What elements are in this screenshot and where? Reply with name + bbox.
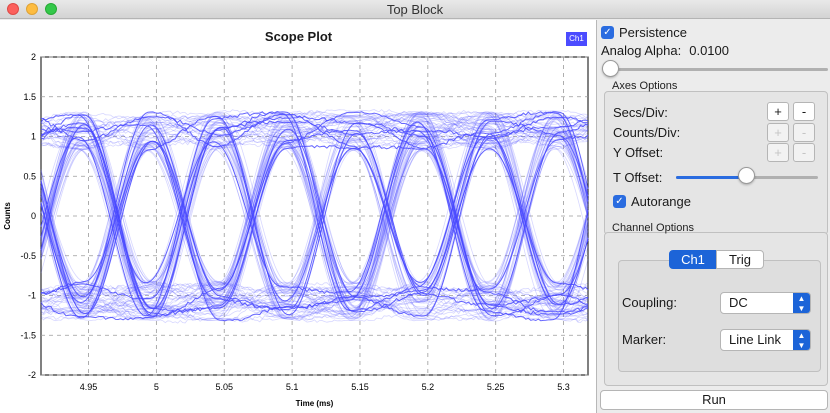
x-tick-label: 5.05	[215, 382, 233, 392]
close-window-button[interactable]	[7, 3, 19, 15]
counts-div-label: Counts/Div:	[613, 125, 681, 140]
analog-alpha-label: Analog Alpha:	[601, 43, 682, 58]
y-tick-label: -1.5	[20, 330, 36, 340]
x-tick-label: 5.3	[557, 382, 570, 392]
autorange-row[interactable]: ✓ Autorange	[613, 194, 691, 209]
channel-options-title: Channel Options	[612, 222, 694, 234]
persistence-row[interactable]: ✓ Persistence	[601, 25, 687, 40]
y-tick-label: -1	[28, 291, 36, 301]
y-offset-plus-button[interactable]: +	[767, 143, 789, 162]
x-axis-label: Time (ms)	[296, 399, 334, 408]
counts-div-plus-button[interactable]: +	[767, 123, 789, 142]
counts-div-minus-button[interactable]: -	[793, 123, 815, 142]
x-tick-label: 5.25	[487, 382, 505, 392]
coupling-select[interactable]: DC ▲ ▼	[720, 292, 811, 314]
axes-options-title: Axes Options	[612, 80, 678, 92]
tab-trig[interactable]: Trig	[716, 250, 764, 269]
y-tick-label: -0.5	[20, 251, 36, 261]
t-offset-label: T Offset:	[613, 170, 663, 185]
persistence-checkbox[interactable]: ✓	[601, 26, 614, 39]
x-tick-label: 5.2	[422, 382, 435, 392]
channel-tab-panel	[618, 260, 821, 372]
window-titlebar: Top Block	[0, 0, 830, 19]
y-axis-label: Counts	[3, 202, 12, 230]
analog-alpha-slider[interactable]	[606, 68, 828, 71]
persistence-label: Persistence	[619, 25, 687, 40]
y-offset-minus-button[interactable]: -	[793, 143, 815, 162]
y-tick-label: 2	[31, 52, 36, 62]
control-panel: ✓ Persistence Analog Alpha: 0.0100 Axes …	[598, 20, 830, 413]
y-tick-label: 1	[31, 132, 36, 142]
y-tick-label: 1.5	[23, 92, 36, 102]
chevron-up-down-icon: ▲ ▼	[793, 330, 810, 350]
marker-label: Marker:	[622, 332, 667, 347]
autorange-checkbox[interactable]: ✓	[613, 195, 626, 208]
minimize-window-button[interactable]	[26, 3, 38, 15]
y-tick-label: 0.5	[23, 171, 36, 181]
analog-alpha-row: Analog Alpha: 0.0100	[601, 43, 729, 58]
chevron-up-down-icon: ▲ ▼	[793, 293, 810, 313]
scope-plot-pane[interactable]: 4.95 5 5.05 5.1 5.15 5.2 5.25 5.3 2 1.5 1 0.5 0 -0.5 -…	[0, 20, 597, 413]
secs-div-minus-button[interactable]: -	[793, 102, 815, 121]
t-offset-slider-handle[interactable]	[738, 167, 755, 184]
maximize-window-button[interactable]	[45, 3, 57, 15]
legend-ch1: Ch1	[566, 32, 587, 46]
analog-alpha-slider-handle[interactable]	[602, 60, 619, 77]
x-tick-label: 4.95	[80, 382, 98, 392]
coupling-value: DC	[729, 295, 748, 310]
tab-ch1[interactable]: Ch1	[669, 250, 717, 269]
marker-value: Line Link	[729, 332, 782, 347]
x-tick-label: 5.15	[351, 382, 369, 392]
y-tick-label: -2	[28, 370, 36, 380]
plot-title: Scope Plot	[264, 29, 333, 44]
y-tick-label: 0	[31, 211, 36, 221]
x-tick-label: 5	[154, 382, 159, 392]
secs-div-plus-button[interactable]: +	[767, 102, 789, 121]
autorange-label: Autorange	[631, 194, 691, 209]
run-button[interactable]: Run	[600, 390, 828, 410]
scope-plot-canvas[interactable]: 4.95 5 5.05 5.1 5.15 5.2 5.25 5.3 2 1.5 1 0.5 0 -0.5 -…	[0, 20, 597, 413]
marker-select[interactable]: Line Link ▲ ▼	[720, 329, 811, 351]
y-offset-label: Y Offset:	[613, 145, 664, 160]
secs-div-label: Secs/Div:	[613, 105, 668, 120]
analog-alpha-value: 0.0100	[689, 43, 729, 58]
window-title: Top Block	[386, 2, 444, 17]
x-tick-label: 5.1	[286, 382, 299, 392]
coupling-label: Coupling:	[622, 295, 677, 310]
